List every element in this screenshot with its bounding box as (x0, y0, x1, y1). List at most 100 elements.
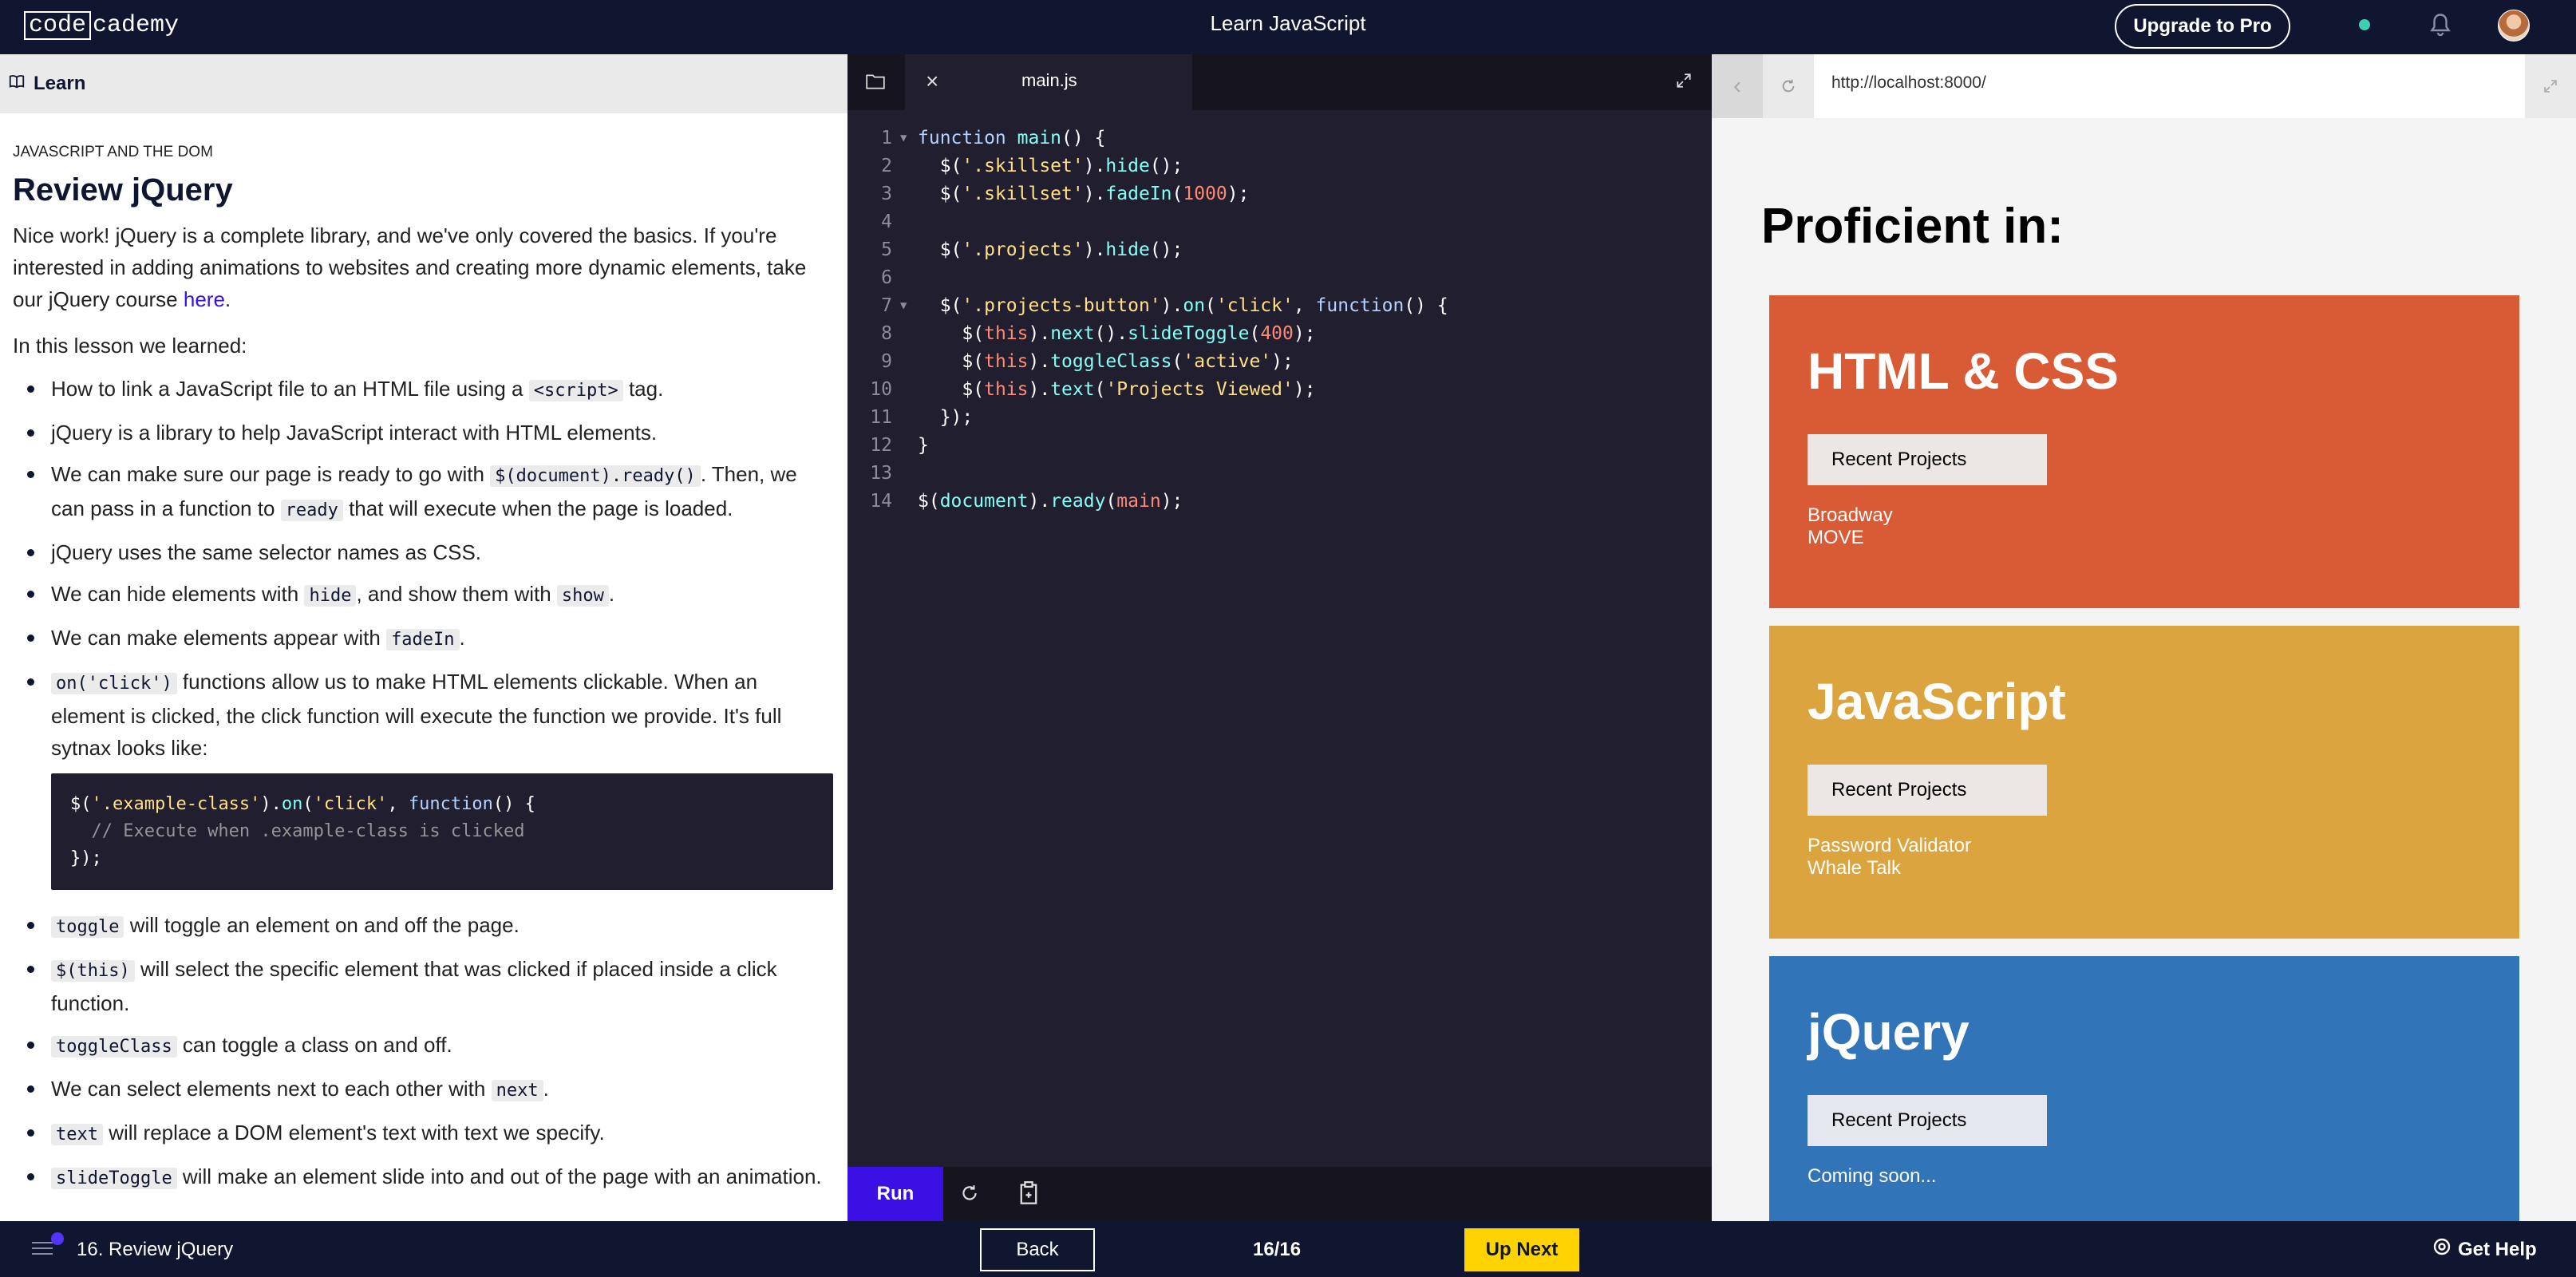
recent-projects-button[interactable]: Recent Projects (1808, 434, 2047, 485)
list-item: $(this) will select the specific element… (13, 953, 835, 1019)
code-text: $(this).text('Projects Viewed'); (918, 379, 1316, 400)
learn-panel: Learn JAVASCRIPT AND THE DOM Review jQue… (0, 54, 847, 1221)
code-token: on (281, 794, 303, 814)
tab-main-js[interactable]: × main.js (905, 54, 1192, 110)
code-token: $( (70, 794, 92, 814)
code-token: 'click' (313, 794, 388, 814)
bullet-text: will make an element slide into and out … (176, 1164, 822, 1188)
code-line: 1 ▼ function main() { (847, 125, 1712, 152)
help-icon (2432, 1237, 2452, 1262)
expand-icon[interactable] (1675, 72, 1693, 93)
expand-icon[interactable] (2525, 54, 2576, 118)
browser-address-bar: ‹ http://localhost:8000/ (1712, 54, 2576, 118)
list-item: How to link a JavaScript file to an HTML… (13, 373, 835, 407)
line-number: 6 (881, 267, 892, 288)
bullet-text: , and show them with (356, 582, 557, 606)
code-text: $('.skillset').fadeIn(1000); (918, 184, 1250, 204)
back-button[interactable]: Back (980, 1228, 1095, 1271)
intro-end: . (224, 287, 231, 311)
code-line: 11 }); (847, 404, 1712, 432)
code-text: function main() { (918, 128, 1106, 148)
line-number: 1 (881, 128, 892, 148)
code-line: 13 (847, 460, 1712, 488)
inline-code: slideToggle (51, 1168, 177, 1189)
status-indicator (2359, 19, 2370, 30)
line-number: 7 (881, 295, 892, 316)
learned-heading: In this lesson we learned: (13, 334, 247, 358)
fold-arrow-icon[interactable]: ▼ (900, 292, 907, 320)
inline-code: $(this) (51, 960, 135, 982)
url-field[interactable]: http://localhost:8000/ (1831, 73, 1986, 93)
code-text: }); (918, 407, 974, 428)
folder-icon[interactable] (865, 72, 886, 95)
line-number: 14 (870, 491, 892, 512)
code-editor: × main.js 1 ▼ function main() { 2 $('.skil… (847, 54, 1712, 1221)
editor-tab-bar: × main.js (847, 54, 1712, 110)
project-item: Whale Talk (1808, 857, 1901, 879)
list-item: toggle will toggle an element on and off… (13, 909, 835, 943)
bullet-text: can toggle a class on and off. (176, 1033, 452, 1057)
code-line: 12} (847, 432, 1712, 460)
upgrade-to-pro-button[interactable]: Upgrade to Pro (2115, 4, 2290, 49)
line-number: 9 (881, 351, 892, 372)
bullet-text: We can select elements next to each othe… (51, 1077, 492, 1101)
bell-icon[interactable] (2426, 11, 2455, 40)
inline-code: ready (280, 500, 343, 521)
bottom-bar: 16. Review jQuery Back 16/16 Up Next Get… (0, 1221, 2576, 1277)
bullet-text: jQuery is a library to help JavaScript i… (51, 421, 658, 445)
recent-projects-button[interactable]: Recent Projects (1808, 765, 2047, 816)
skill-title: HTML & CSS (1808, 342, 2119, 400)
reload-icon[interactable] (1763, 54, 1814, 118)
line-number: 12 (870, 435, 892, 456)
code-text: $('.projects-button').on('click', functi… (918, 295, 1448, 316)
line-number: 13 (870, 463, 892, 484)
code-token: }); (70, 848, 102, 868)
book-icon (8, 73, 26, 96)
reset-icon[interactable] (959, 1183, 980, 1208)
code-line: 2 $('.skillset').hide(); (847, 152, 1712, 180)
line-number: 10 (870, 379, 892, 400)
bullet-text: How to link a JavaScript file to an HTML… (51, 377, 529, 401)
close-icon[interactable]: × (926, 69, 938, 94)
fold-arrow-icon[interactable]: ▼ (900, 125, 907, 152)
learn-header-label: Learn (34, 73, 86, 94)
code-token: '.example-class' (91, 794, 261, 814)
menu-icon[interactable] (30, 1239, 54, 1262)
learned-list: How to link a JavaScript file to an HTML… (13, 373, 835, 764)
lesson-title: Review jQuery (13, 172, 233, 208)
bullet-text: . (608, 582, 615, 606)
code-token: ( (302, 794, 314, 814)
list-item: We can select elements next to each othe… (13, 1073, 835, 1107)
user-avatar[interactable] (2498, 10, 2530, 42)
run-button[interactable]: Run (847, 1167, 943, 1221)
skill-card-jquery: jQuery Recent Projects Coming soon... (1769, 956, 2519, 1221)
code-area[interactable]: 1 ▼ function main() { 2 $('.skillset').hid… (847, 125, 1712, 516)
list-item: We can make sure our page is ready to go… (13, 458, 835, 527)
line-number: 8 (881, 323, 892, 344)
get-help-button[interactable]: Get Help (2432, 1237, 2537, 1262)
intro-paragraph: Nice work! jQuery is a complete library,… (13, 219, 835, 315)
code-text: $(document).ready(main); (918, 491, 1183, 512)
back-arrow-icon[interactable]: ‹ (1712, 54, 1763, 118)
code-line: 6 (847, 264, 1712, 292)
code-line: 4 (847, 208, 1712, 236)
current-lesson-label[interactable]: 16. Review jQuery (77, 1239, 233, 1261)
list-item: We can hide elements with hide, and show… (13, 578, 835, 612)
code-line: 10 $(this).text('Projects Viewed'); (847, 376, 1712, 404)
jquery-course-link[interactable]: here (184, 287, 225, 311)
recent-projects-button[interactable]: Recent Projects (1808, 1095, 2047, 1146)
project-list: Password Validator Whale Talk (1808, 835, 1971, 880)
code-line: 7 ▼ $('.projects-button').on('click', fun… (847, 292, 1712, 320)
lesson-progress: 16/16 (1253, 1239, 1302, 1260)
copy-to-clipboard-icon[interactable] (1018, 1181, 1039, 1209)
inline-code: text (51, 1124, 103, 1145)
inline-code: on('click') (51, 673, 177, 694)
code-line: 9 $(this).toggleClass('active'); (847, 348, 1712, 376)
inline-code: fadeIn (386, 629, 460, 650)
code-token: () { (492, 794, 535, 814)
notification-dot (51, 1232, 64, 1245)
line-number: 3 (881, 184, 892, 204)
line-number: 4 (881, 212, 892, 232)
project-list: Broadway MOVE (1808, 504, 1893, 549)
up-next-button[interactable]: Up Next (1464, 1228, 1579, 1271)
